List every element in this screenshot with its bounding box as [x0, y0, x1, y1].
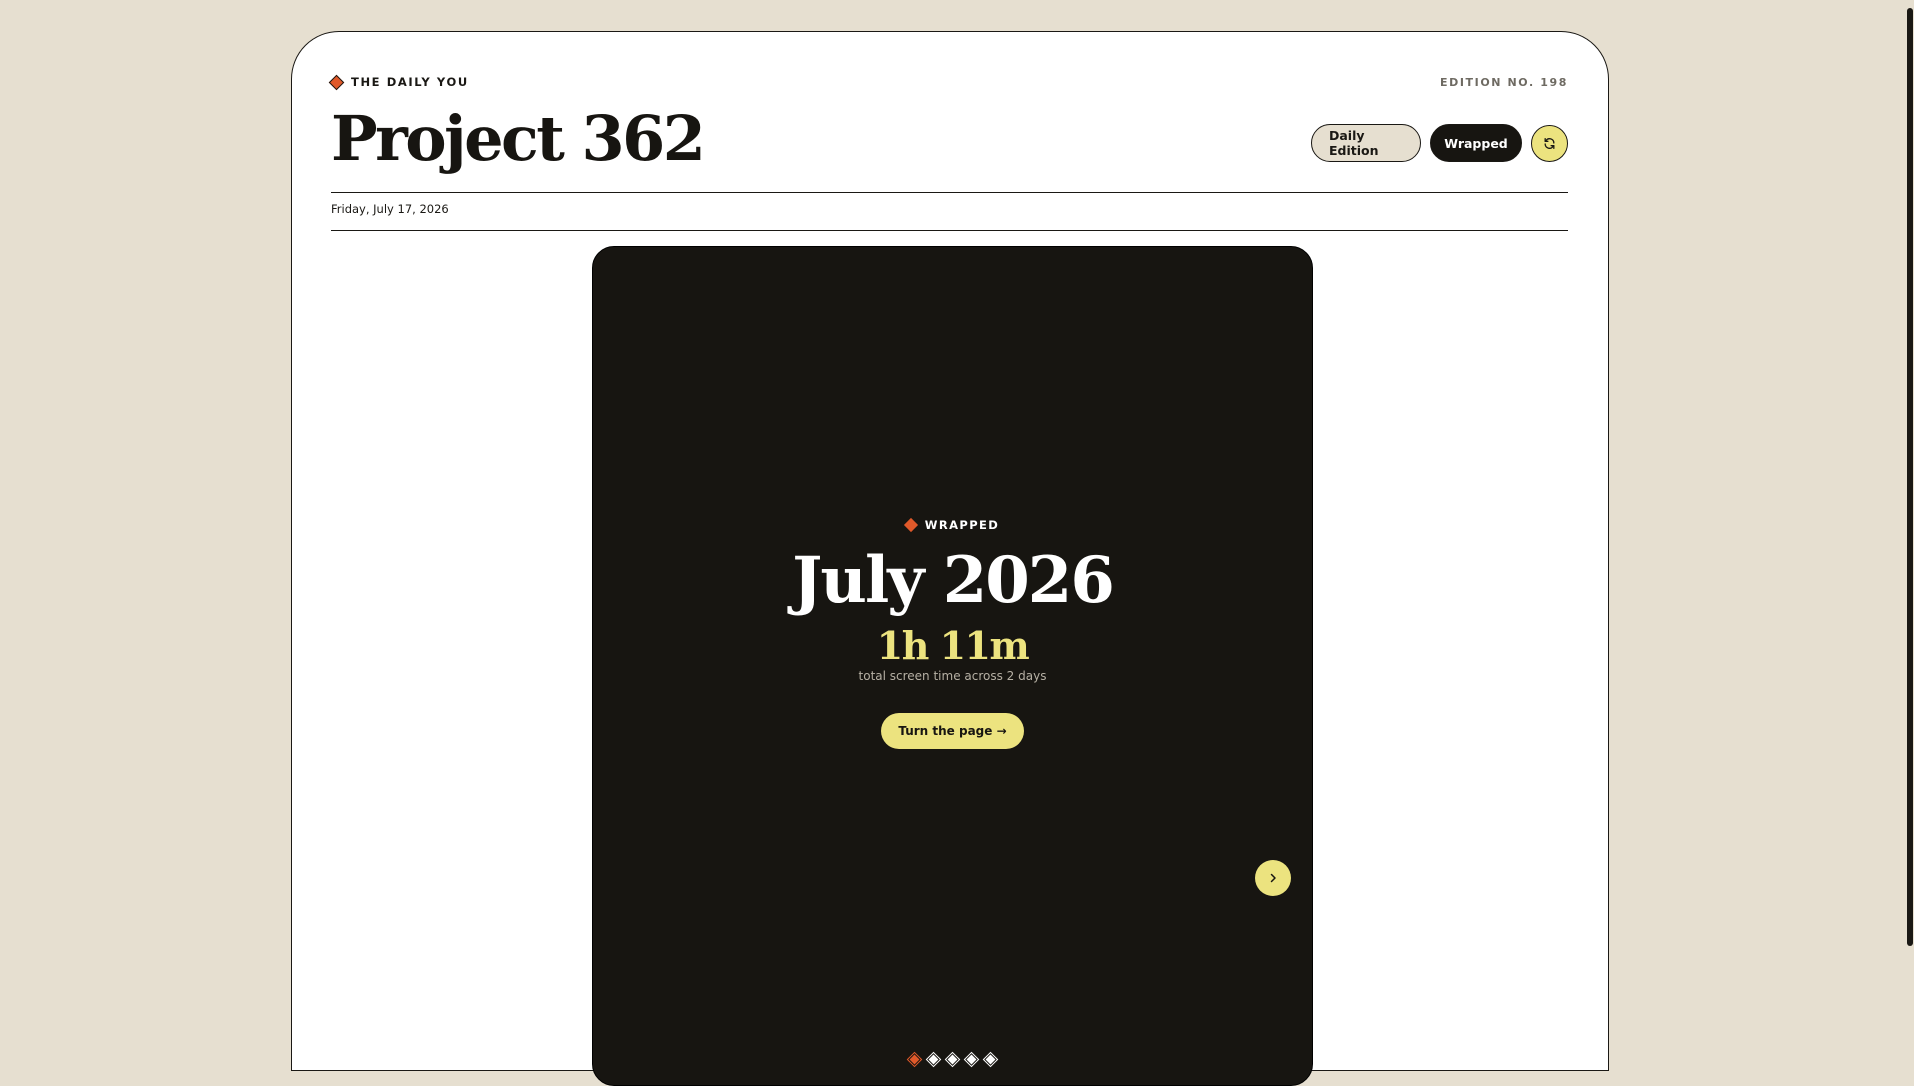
edition-page: THE DAILY YOU EDITION NO. 198 Project 36…	[291, 31, 1609, 1086]
wrapped-eyebrow: WRAPPED	[903, 517, 1000, 533]
scrollbar-thumb[interactable]	[1907, 8, 1913, 946]
total-screen-time: 1h 11m	[876, 622, 1030, 668]
page-scrollbar[interactable]	[1904, 0, 1914, 1043]
daily-edition-button[interactable]: Daily Edition	[1311, 124, 1421, 162]
wrapped-button[interactable]: Wrapped	[1430, 124, 1522, 162]
refresh-icon	[1544, 137, 1555, 149]
diamond-icon	[903, 517, 918, 533]
pager-dot-4[interactable]	[965, 1053, 978, 1066]
pager-dot-2[interactable]	[927, 1053, 940, 1066]
brand: THE DAILY YOU	[328, 74, 469, 90]
brand-name: THE DAILY YOU	[351, 75, 469, 89]
masthead-rule-top	[331, 192, 1568, 193]
pager-dot-3[interactable]	[946, 1053, 959, 1066]
dateline: Friday, July 17, 2026	[331, 202, 449, 216]
wrapped-cover: WRAPPED July 2026 1h 11m total screen ti…	[593, 515, 1312, 750]
wrapped-card: WRAPPED July 2026 1h 11m total screen ti…	[592, 246, 1313, 1086]
next-slide-button[interactable]	[1255, 860, 1291, 896]
masthead-top: THE DAILY YOU EDITION NO. 198	[328, 72, 1568, 92]
edition-controls: Daily Edition Wrapped	[1311, 124, 1568, 162]
total-screen-time-caption: total screen time across 2 days	[858, 669, 1047, 684]
pager-dot-5[interactable]	[984, 1053, 997, 1066]
eyebrow-label: WRAPPED	[924, 518, 1000, 532]
pager-dot-1[interactable]	[908, 1053, 921, 1066]
refresh-button[interactable]	[1531, 124, 1568, 162]
edition-number: EDITION NO. 198	[1439, 75, 1568, 89]
masthead-rule-bottom	[331, 230, 1568, 231]
wrapped-month: July 2026	[792, 543, 1115, 618]
turn-page-button[interactable]: Turn the page →	[881, 713, 1024, 750]
chevron-right-icon	[1270, 873, 1276, 883]
diamond-logo-icon	[328, 74, 345, 90]
page-title: Project 362	[331, 102, 706, 175]
slide-pager	[593, 1053, 1312, 1066]
